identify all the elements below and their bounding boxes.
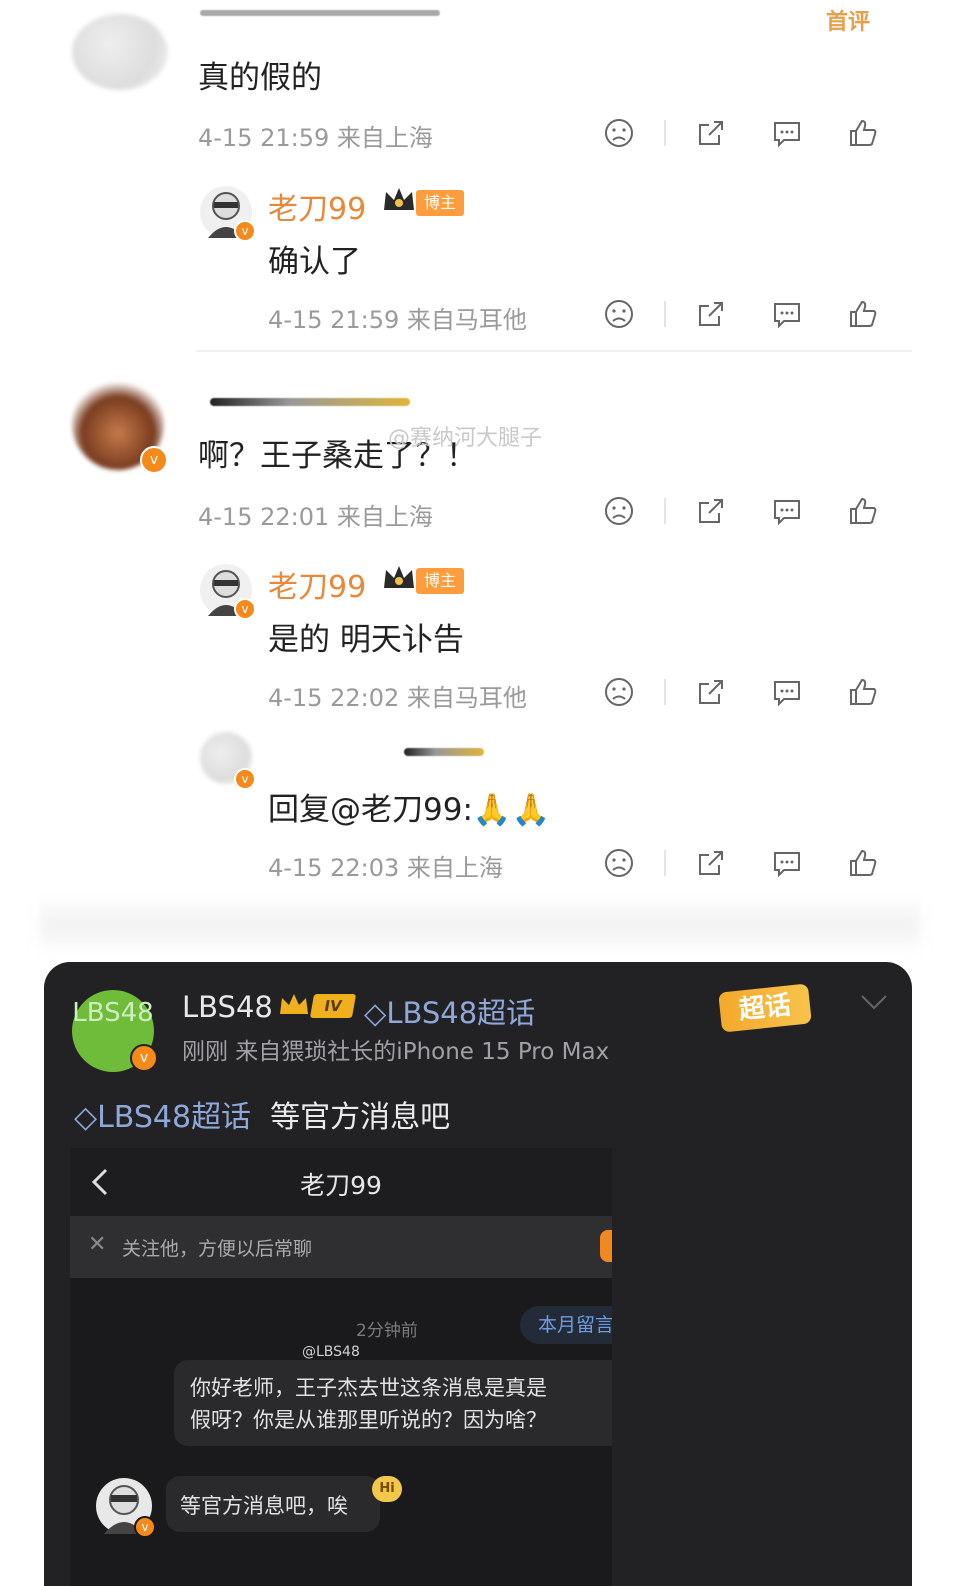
avatar[interactable]: v	[200, 564, 256, 620]
reply-meta: 4-15 22:02 来自马耳他	[268, 684, 527, 712]
level-tag: IV	[309, 994, 357, 1018]
divider	[664, 850, 666, 876]
reply-meta: 4-15 22:03 来自上海	[268, 854, 503, 882]
supertopic-link[interactable]: ◇LBS48超话	[364, 990, 535, 1032]
month-message-button[interactable]: 本月留言	[520, 1306, 612, 1344]
crown-icon	[280, 994, 308, 1014]
watermark: @LBS48	[302, 1344, 360, 1360]
message-bubble-received: 等官方消息吧，唉	[166, 1476, 380, 1532]
follow-hint: 关注他，方便以后常聊	[122, 1238, 313, 1260]
comment-actions	[602, 116, 880, 150]
chat-time: 2分钟前	[356, 1321, 418, 1341]
comment-actions	[602, 494, 880, 528]
share-icon[interactable]	[694, 494, 728, 528]
verified-icon: v	[234, 598, 256, 620]
divider	[664, 498, 666, 524]
message-text: 你好老师，王子杰去世这条消息是真是 假呀？你是从谁那里听说的？因为啥？	[190, 1376, 547, 1432]
message-text: 等官方消息吧，唉	[180, 1494, 348, 1518]
reply-text: 确认了	[268, 244, 361, 280]
follow-button[interactable]	[600, 1230, 612, 1262]
blogger-tag: 博主	[416, 190, 465, 216]
comment-meta: 4-15 22:01 来自上海	[198, 503, 433, 531]
post-author[interactable]: LBS48	[182, 990, 273, 1024]
blogger-tag: 博主	[416, 568, 465, 594]
chat-title: 老刀99	[300, 1171, 382, 1200]
dislike-icon[interactable]	[602, 846, 636, 880]
comment-actions	[602, 846, 880, 880]
verified-icon: v	[140, 446, 168, 474]
verified-icon: v	[234, 768, 256, 790]
dislike-icon[interactable]	[602, 494, 636, 528]
like-icon[interactable]	[846, 297, 880, 331]
chevron-down-icon[interactable]	[860, 992, 888, 1012]
verified-icon: v	[130, 1044, 158, 1072]
diamond-icon: ◇	[364, 996, 387, 1030]
chat-header: 老刀99	[70, 1148, 612, 1216]
divider	[664, 301, 666, 327]
dislike-icon[interactable]	[602, 675, 636, 709]
redacted-username	[210, 398, 410, 406]
verified-icon: v	[234, 220, 256, 242]
share-icon[interactable]	[694, 297, 728, 331]
like-icon[interactable]	[846, 675, 880, 709]
like-icon[interactable]	[846, 116, 880, 150]
diamond-icon: ◇	[74, 1100, 98, 1135]
topic-link[interactable]: ◇LBS48超话	[74, 1100, 251, 1135]
message-bubble-sent: 你好老师，王子杰去世这条消息是真是 假呀？你是从谁那里听说的？因为啥？	[174, 1360, 612, 1446]
like-icon[interactable]	[846, 494, 880, 528]
verified-icon: v	[134, 1516, 156, 1538]
crown-icon	[384, 188, 414, 210]
divider	[664, 120, 666, 146]
dislike-icon[interactable]	[602, 116, 636, 150]
post-body: 等官方消息吧	[270, 1100, 451, 1135]
blurred-strip	[40, 895, 920, 955]
avatar[interactable]	[72, 14, 168, 90]
post-meta: 刚刚 来自猥琐社长的iPhone 15 Pro Max	[182, 1039, 610, 1065]
comment-icon[interactable]	[770, 675, 804, 709]
close-icon[interactable]: ✕	[88, 1232, 106, 1257]
share-icon[interactable]	[694, 675, 728, 709]
share-icon[interactable]	[694, 846, 728, 880]
share-icon[interactable]	[694, 116, 728, 150]
first-comment-badge: 首评	[826, 10, 871, 35]
follow-hint-bar: ✕ 关注他，方便以后常聊	[70, 1216, 612, 1278]
comment-icon[interactable]	[770, 297, 804, 331]
comment-icon[interactable]	[770, 494, 804, 528]
hi-badge: Hi	[372, 1476, 402, 1502]
chat-screenshot: 老刀99 ✕ 关注他，方便以后常聊 2分钟前 本月留言 @LBS48 你好老师，…	[70, 1148, 612, 1586]
reply-author[interactable]: 老刀99	[268, 184, 366, 228]
redacted-username	[404, 748, 484, 756]
avatar[interactable]: v	[200, 186, 256, 242]
reply-text: 回复@老刀99:🙏🙏	[268, 792, 551, 828]
crown-icon	[384, 566, 414, 588]
reply-text: 是的 明天讣告	[268, 622, 464, 658]
comment-text: 真的假的	[198, 60, 322, 96]
post-text: ◇LBS48超话 等官方消息吧	[74, 1092, 450, 1136]
redacted-username	[200, 10, 440, 16]
reply-meta: 4-15 21:59 来自马耳他	[268, 306, 527, 334]
divider	[196, 350, 912, 352]
comment-actions	[602, 297, 880, 331]
supertopic-name: LBS48超话	[386, 996, 536, 1030]
watermark: @赛纳河大腿子	[388, 426, 543, 451]
reply-author[interactable]: 老刀99	[268, 562, 366, 606]
dislike-icon[interactable]	[602, 297, 636, 331]
divider	[664, 679, 666, 705]
comment-actions	[602, 675, 880, 709]
comment-meta: 4-15 21:59 来自上海	[198, 124, 433, 152]
comment-icon[interactable]	[770, 116, 804, 150]
comment-icon[interactable]	[770, 846, 804, 880]
like-icon[interactable]	[846, 846, 880, 880]
